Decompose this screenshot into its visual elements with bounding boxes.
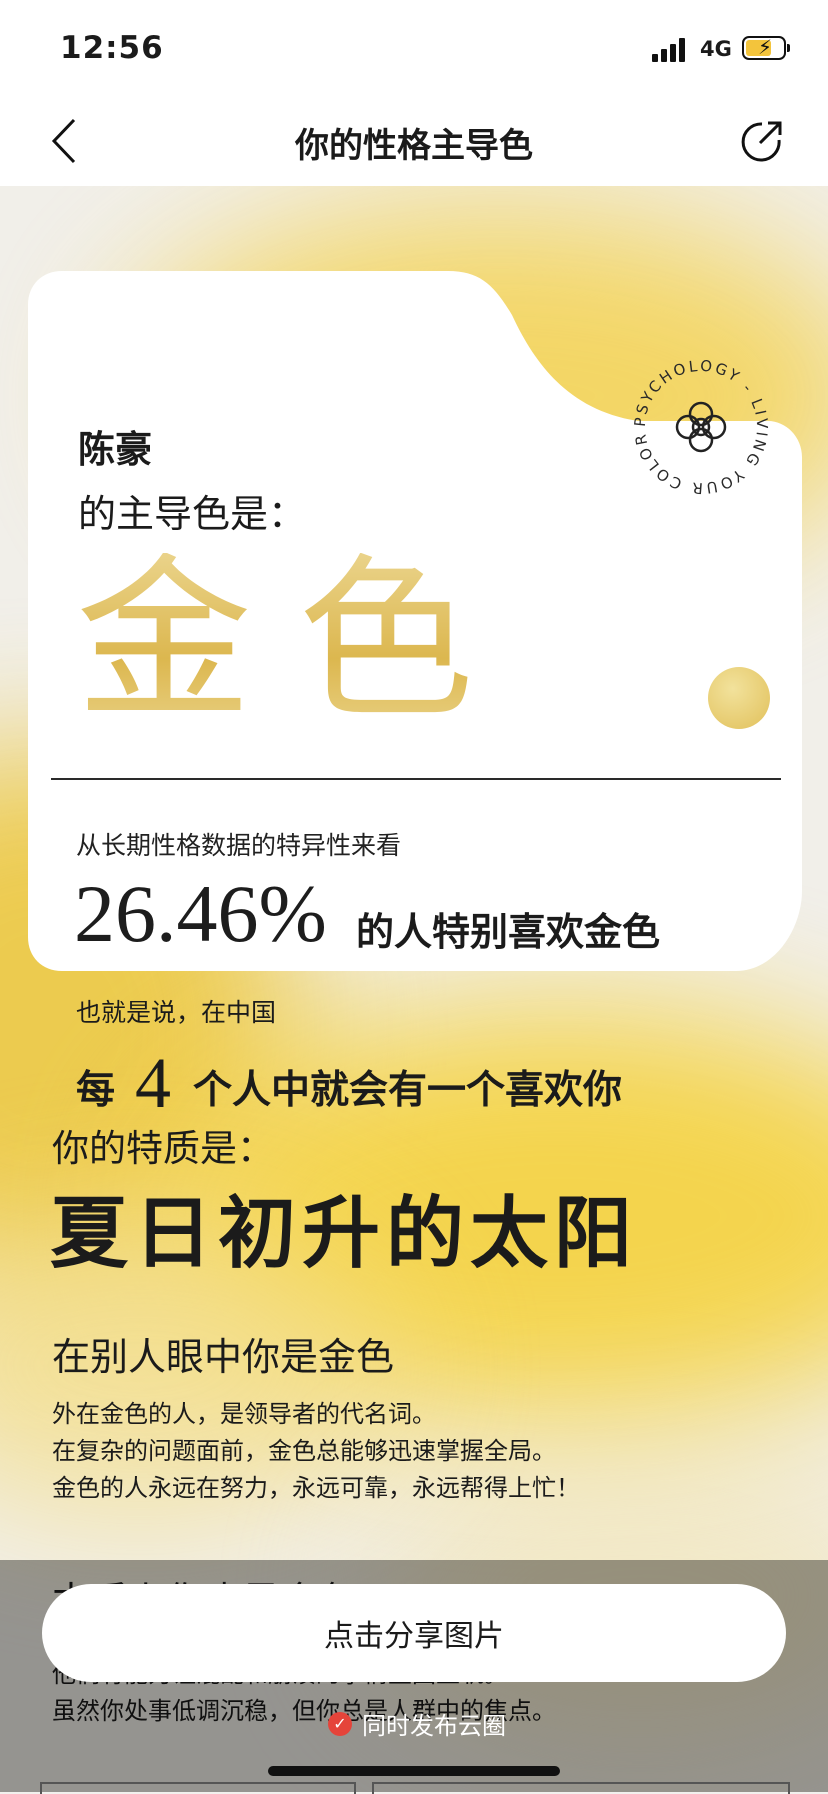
every-line: 每 4 个人中就会有一个喜欢你 xyxy=(76,1043,623,1123)
every-prefix: 每 xyxy=(76,1067,116,1113)
result-card: PSYCHOLOGY - LIVING YOUR COLORS - - 主导色为… xyxy=(28,271,802,1119)
owner-name: 陈豪 xyxy=(78,428,152,471)
gold-dot xyxy=(708,667,770,729)
moments-toggle[interactable]: ✓ 同时发布云圈 xyxy=(328,1706,506,1741)
status-time: 12:56 xyxy=(60,30,164,66)
status-bar: 12:56 4G ⚡ xyxy=(0,0,828,100)
preview-frame-right xyxy=(372,1782,790,1794)
owner-subtitle: 的主导色是： xyxy=(78,492,307,536)
trait-value: 夏日初升的太阳 xyxy=(50,1189,639,1279)
every-number: 4 xyxy=(135,1043,172,1123)
dominant-color-name: 金色 xyxy=(76,538,521,743)
battery-icon: ⚡ xyxy=(742,35,790,60)
share-image-button[interactable]: 点击分享图片 xyxy=(42,1584,786,1682)
region-line: 也就是说，在中国 xyxy=(76,998,277,1027)
body-line: 在复杂的问题面前，金色总能够迅速掌握全局。 xyxy=(52,1437,556,1465)
body-line: 外在金色的人，是领导者的代名词。 xyxy=(52,1400,436,1428)
preview-frame-left xyxy=(40,1782,356,1794)
section-others-body: 外在金色的人，是领导者的代名词。 在复杂的问题面前，金色总能够迅速掌握全局。 金… xyxy=(52,1396,580,1507)
network-type: 4G xyxy=(700,37,732,61)
flower-icon xyxy=(675,401,727,453)
page-title: 你的性格主导色 xyxy=(295,126,533,166)
every-suffix: 个人中就会有一个喜欢你 xyxy=(193,1067,623,1113)
section-others-title: 在别人眼中你是金色 xyxy=(52,1335,395,1379)
divider xyxy=(51,778,781,780)
share-arrow-icon[interactable] xyxy=(736,116,786,166)
home-indicator xyxy=(268,1766,560,1776)
stat-intro: 从长期性格数据的特异性来看 xyxy=(76,831,402,860)
stat-tail: 的人特别喜欢金色 xyxy=(356,910,661,954)
check-icon: ✓ xyxy=(328,1711,352,1736)
psychology-stamp: PSYCHOLOGY - LIVING YOUR COLORS - - 主导色为… xyxy=(613,339,769,515)
result-poster: PSYCHOLOGY - LIVING YOUR COLORS - - 主导色为… xyxy=(0,186,828,1792)
signal-icon xyxy=(652,38,690,62)
body-line: 金色的人永远在努力，永远可靠，永远帮得上忙！ xyxy=(52,1474,580,1502)
moments-label: 同时发布云圈 xyxy=(362,1712,506,1740)
stat-percent: 26.46% xyxy=(74,868,327,959)
trait-label: 你的特质是： xyxy=(52,1127,274,1170)
nav-bar: 你的性格主导色 xyxy=(0,100,828,186)
